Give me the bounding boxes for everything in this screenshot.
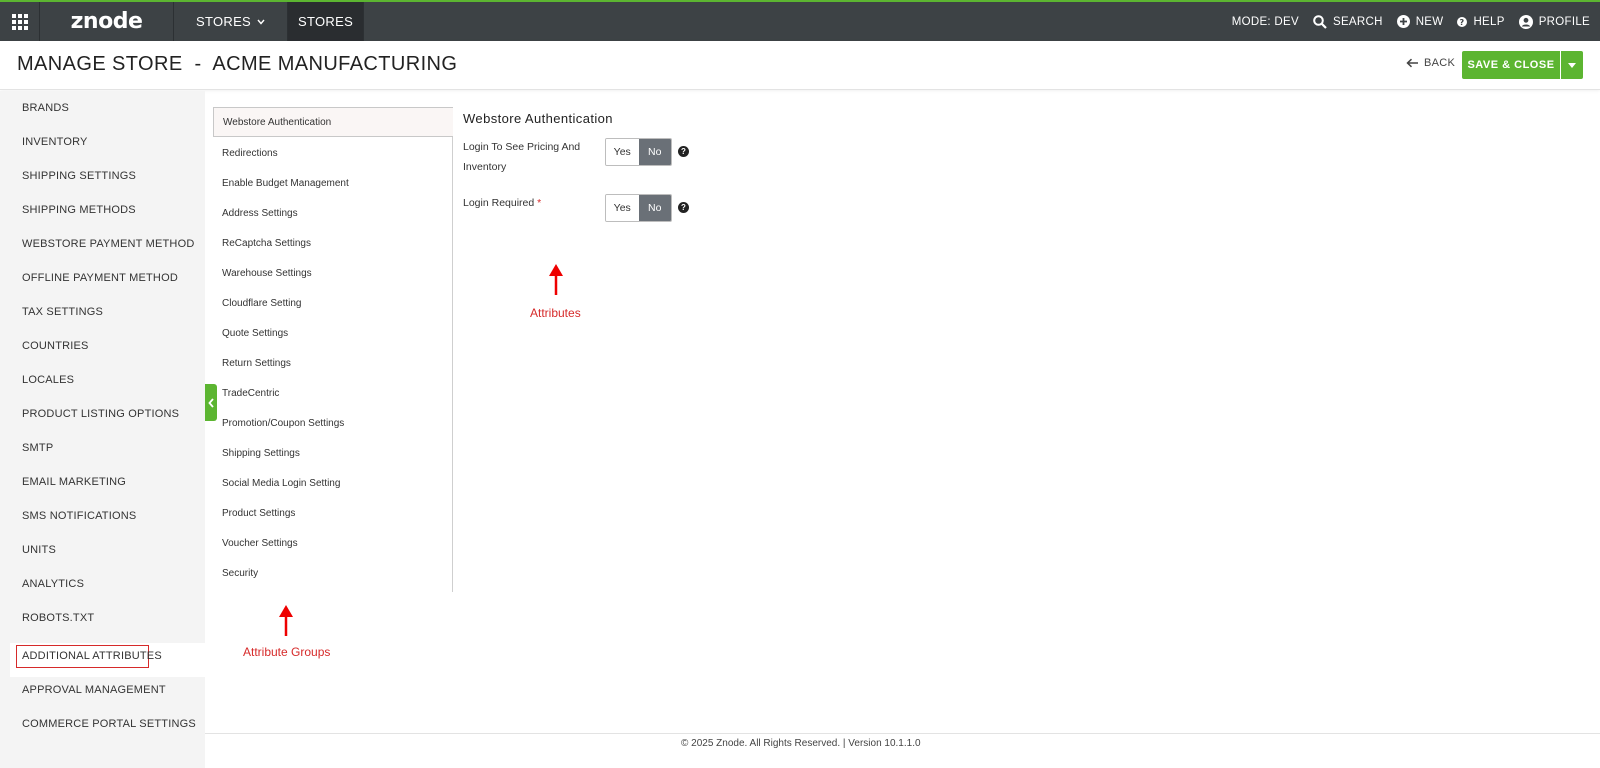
annotation-arrow-up-icon <box>549 264 563 295</box>
login-required-text: Login Required <box>463 197 535 209</box>
sidebar-item-offline-payment-method[interactable]: OFFLINE PAYMENT METHOD <box>22 272 178 284</box>
group-item-quote-settings[interactable]: Quote Settings <box>222 328 288 339</box>
svg-text:?: ? <box>1460 18 1465 27</box>
store-settings-sidebar: BRANDS INVENTORY SHIPPING SETTINGS SHIPP… <box>0 91 205 768</box>
stores-menu[interactable]: STORES <box>174 2 289 41</box>
sidebar-item-sms-notifications[interactable]: SMS NOTIFICATIONS <box>22 510 136 522</box>
annotation-attributes-label: Attributes <box>530 306 581 320</box>
login-required-toggle[interactable]: Yes No <box>605 194 672 222</box>
save-and-close-button[interactable]: SAVE & CLOSE <box>1462 51 1560 79</box>
help-button[interactable]: ? HELP <box>1457 16 1504 28</box>
grid-icon <box>11 13 28 30</box>
sidebar-item-smtp[interactable]: SMTP <box>22 442 53 454</box>
group-item-enable-budget-management[interactable]: Enable Budget Management <box>222 178 349 189</box>
group-item-redirections[interactable]: Redirections <box>222 148 278 159</box>
sidebar-item-countries[interactable]: COUNTRIES <box>22 340 89 352</box>
back-label: BACK <box>1424 57 1456 69</box>
sidebar-item-brands[interactable]: BRANDS <box>22 102 69 114</box>
plus-circle-icon <box>1396 15 1410 28</box>
annotation-arrow-up-icon <box>279 605 293 636</box>
group-item-tradecentric[interactable]: TradeCentric <box>222 388 279 399</box>
new-label: NEW <box>1415 15 1444 28</box>
toggle-yes-option[interactable]: Yes <box>606 195 639 221</box>
mode-indicator: MODE: DEV <box>1232 16 1299 28</box>
group-item-shipping-settings[interactable]: Shipping Settings <box>222 448 300 459</box>
group-item-webstore-authentication[interactable]: Webstore Authentication <box>213 107 453 137</box>
sidebar-item-approval-management[interactable]: APPROVAL MANAGEMENT <box>22 684 166 696</box>
search-label: SEARCH <box>1332 15 1383 28</box>
help-label: HELP <box>1473 15 1505 28</box>
sidebar-item-analytics[interactable]: ANALYTICS <box>22 578 84 590</box>
toggle-yes-option[interactable]: Yes <box>606 139 639 165</box>
field-label-login-required: Login Required * <box>463 193 593 213</box>
sidebar-item-units[interactable]: UNITS <box>22 544 56 556</box>
annotation-attribute-groups-label: Attribute Groups <box>243 645 331 659</box>
page-footer: © 2025 Znode. All Rights Reserved. | Ver… <box>205 733 1600 768</box>
profile-label: PROFILE <box>1538 15 1590 28</box>
sidebar-item-inventory[interactable]: INVENTORY <box>22 136 88 148</box>
toggle-no-option[interactable]: No <box>638 195 671 221</box>
sidebar-item-tax-settings[interactable]: TAX SETTINGS <box>22 306 103 318</box>
new-button[interactable]: NEW <box>1396 15 1444 28</box>
sidebar-item-robots-txt[interactable]: ROBOTS.TXT <box>22 612 94 624</box>
mode-label: MODE: DEV <box>1231 15 1299 28</box>
profile-button[interactable]: PROFILE <box>1518 14 1590 29</box>
apps-menu-button[interactable] <box>0 2 40 41</box>
group-item-address-settings[interactable]: Address Settings <box>222 208 298 219</box>
page-header: MANAGE STORE - ACME MANUFACTURING BACK S… <box>0 41 1600 90</box>
copyright-text: © 2025 Znode. All Rights Reserved. | Ver… <box>681 738 921 749</box>
top-navigation-bar: znode STORES STORES MODE: DEV SEARCH NEW… <box>0 0 1600 41</box>
field-label-login-to-see-pricing: Login To See Pricing And Inventory <box>463 141 581 173</box>
help-icon[interactable]: ? <box>678 202 689 213</box>
group-item-social-media-login-setting[interactable]: Social Media Login Setting <box>222 478 340 489</box>
help-icon[interactable]: ? <box>678 146 689 157</box>
sidebar-item-shipping-methods[interactable]: SHIPPING METHODS <box>22 204 136 216</box>
group-item-voucher-settings[interactable]: Voucher Settings <box>222 538 298 549</box>
znode-logo[interactable]: znode <box>40 2 174 41</box>
group-item-cloudflare-setting[interactable]: Cloudflare Setting <box>222 298 302 309</box>
group-item-security[interactable]: Security <box>222 568 258 579</box>
sidebar-item-shipping-settings[interactable]: SHIPPING SETTINGS <box>22 170 136 182</box>
group-item-return-settings[interactable]: Return Settings <box>222 358 291 369</box>
login-to-see-pricing-toggle[interactable]: Yes No <box>605 138 672 166</box>
sidebar-item-locales[interactable]: LOCALES <box>22 374 74 386</box>
group-item-recaptcha-settings[interactable]: ReCaptcha Settings <box>222 238 311 249</box>
back-button[interactable]: BACK <box>1406 57 1455 69</box>
group-item-warehouse-settings[interactable]: Warehouse Settings <box>222 268 312 279</box>
page-title: MANAGE STORE - ACME MANUFACTURING <box>17 53 458 75</box>
group-item-label: Webstore Authentication <box>223 117 332 128</box>
group-item-promotion-coupon-settings[interactable]: Promotion/Coupon Settings <box>222 418 344 429</box>
stores-menu-label: STORES <box>196 14 252 29</box>
required-marker: * <box>537 197 542 209</box>
sidebar-item-commerce-portal-settings[interactable]: COMMERCE PORTAL SETTINGS <box>22 718 196 730</box>
group-item-product-settings[interactable]: Product Settings <box>222 508 295 519</box>
save-options-dropdown[interactable] <box>1561 51 1583 79</box>
tab-stores[interactable]: STORES <box>288 2 365 41</box>
sidebar-item-additional-attributes[interactable]: ADDITIONAL ATTRIBUTES <box>22 650 162 662</box>
arrow-left-icon <box>1406 58 1418 68</box>
search-icon <box>1313 14 1327 29</box>
sidebar-item-product-listing-options[interactable]: PRODUCT LISTING OPTIONS <box>22 408 179 420</box>
user-circle-icon <box>1518 14 1533 29</box>
sidebar-item-email-marketing[interactable]: EMAIL MARKETING <box>22 476 126 488</box>
caret-down-icon <box>1568 62 1576 68</box>
help-circle-icon: ? <box>1457 16 1468 27</box>
attribute-group-title: Webstore Authentication <box>463 111 613 126</box>
top-right-actions: MODE: DEV SEARCH NEW ? HELP PROFILE <box>1218 2 1600 41</box>
sidebar-item-webstore-payment-method[interactable]: WEBSTORE PAYMENT METHOD <box>22 238 194 250</box>
chevron-down-icon <box>257 19 265 25</box>
toggle-no-option[interactable]: No <box>638 139 671 165</box>
attribute-groups-list: Webstore Authentication Redirections Ena… <box>213 107 453 592</box>
search-button[interactable]: SEARCH <box>1313 14 1383 29</box>
